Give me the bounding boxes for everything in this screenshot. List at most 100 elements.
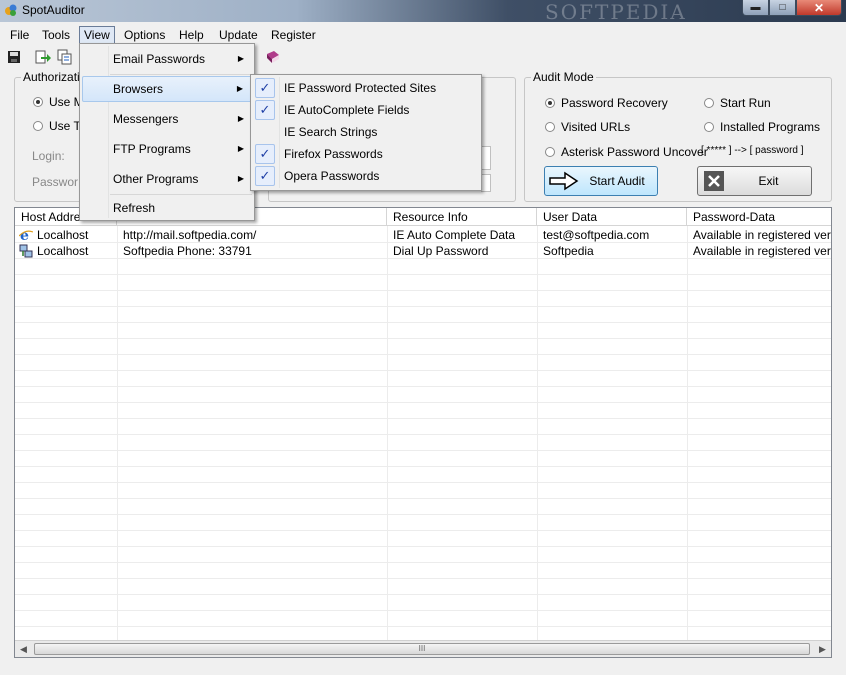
- row-gridline: [15, 290, 831, 291]
- column-divider: [687, 226, 688, 646]
- row-gridline: [15, 546, 831, 547]
- radio-indicator: [545, 147, 555, 157]
- user-data-cell: test@softpedia.com: [543, 228, 650, 242]
- submenu-arrow-icon: ▶: [237, 174, 244, 183]
- menu-separator: [110, 74, 252, 75]
- browsers-opera-passwords[interactable]: ✓ Opera Passwords: [253, 165, 479, 187]
- browsers-submenu: ✓ IE Password Protected Sites ✓ IE AutoCom…: [250, 74, 482, 191]
- submenu-arrow-icon: ▶: [237, 114, 244, 123]
- exit-button[interactable]: Exit: [697, 166, 812, 196]
- menu-file[interactable]: File: [6, 26, 33, 44]
- row-gridline: [15, 418, 831, 419]
- target-input-edge[interactable]: [481, 146, 491, 170]
- table-row[interactable]: Localhost Softpedia Phone: 33791 Dial Up…: [15, 243, 831, 259]
- title-bar[interactable]: SpotAuditor SOFTPEDIA ▬ □ ✕: [0, 0, 846, 24]
- radio-indicator: [33, 121, 43, 131]
- row-gridline: [15, 482, 831, 483]
- submenu-arrow-icon: ▶: [236, 84, 243, 93]
- column-header-user-data[interactable]: User Data: [537, 208, 687, 226]
- resource-cell: Softpedia Phone: 33791: [123, 244, 252, 258]
- export-icon: [35, 50, 51, 64]
- maximize-icon: □: [779, 2, 786, 13]
- row-gridline: [15, 498, 831, 499]
- column-divider: [387, 226, 388, 646]
- menu-options[interactable]: Options: [120, 26, 169, 44]
- checkmark-icon: ✓: [255, 100, 275, 120]
- close-x-icon: [704, 171, 724, 191]
- save-icon: [8, 51, 20, 63]
- target-input-edge[interactable]: [481, 174, 491, 192]
- asterisk-uncover-radio[interactable]: Asterisk Password Uncover: [545, 145, 708, 159]
- row-gridline: [15, 626, 831, 627]
- menu-update[interactable]: Update: [215, 26, 262, 44]
- password-data-cell: Available in registered version: [693, 228, 831, 242]
- submenu-arrow-icon: ▶: [237, 54, 244, 63]
- asterisk-hint: [ ***** ] --> [ password ]: [701, 145, 804, 156]
- menu-tools[interactable]: Tools: [38, 26, 74, 44]
- window-title: SpotAuditor: [22, 3, 85, 17]
- row-gridline: [15, 354, 831, 355]
- host-cell: Localhost: [37, 228, 89, 242]
- menu-help[interactable]: Help: [175, 26, 208, 44]
- password-recovery-radio[interactable]: Password Recovery: [545, 96, 668, 110]
- results-table[interactable]: Host Address Resource Info User Data Pas…: [14, 207, 832, 658]
- browsers-ie-protected-sites[interactable]: ✓ IE Password Protected Sites: [253, 77, 479, 99]
- column-divider: [537, 226, 538, 646]
- radio-indicator: [545, 122, 555, 132]
- checkmark-icon: ✓: [255, 144, 275, 164]
- installed-programs-radio[interactable]: Installed Programs: [704, 120, 820, 134]
- row-gridline: [15, 306, 831, 307]
- row-gridline: [15, 322, 831, 323]
- book-icon: [267, 51, 279, 63]
- menu-register[interactable]: Register: [267, 26, 320, 44]
- browsers-firefox-passwords[interactable]: ✓ Firefox Passwords: [253, 143, 479, 165]
- copy-icon: [57, 49, 72, 65]
- start-run-radio[interactable]: Start Run: [704, 96, 771, 110]
- row-gridline: [15, 514, 831, 515]
- maximize-button[interactable]: □: [769, 0, 796, 16]
- export-button[interactable]: [34, 48, 52, 66]
- row-gridline: [15, 434, 831, 435]
- radio-indicator: [704, 98, 714, 108]
- view-menu-messengers[interactable]: Messengers ▶: [82, 106, 252, 132]
- close-button[interactable]: ✕: [796, 0, 842, 16]
- view-menu-ftp-programs[interactable]: FTP Programs ▶: [82, 136, 252, 162]
- use-t-radio[interactable]: Use T: [33, 119, 81, 133]
- svg-text:e: e: [20, 228, 29, 242]
- password-label: Passwor: [32, 175, 79, 189]
- column-header-password-data[interactable]: Password-Data: [687, 208, 831, 226]
- app-icon: [5, 4, 17, 16]
- scroll-left-icon[interactable]: ◀: [15, 641, 32, 657]
- menu-view[interactable]: View: [79, 26, 115, 44]
- view-menu-email-passwords[interactable]: Email Passwords ▶: [82, 46, 252, 72]
- submenu-arrow-icon: ▶: [237, 144, 244, 153]
- audit-mode-group: Audit Mode Password Recovery Start Run V…: [524, 70, 832, 202]
- copy-button[interactable]: [56, 48, 74, 66]
- row-gridline: [15, 530, 831, 531]
- minimize-button[interactable]: ▬: [742, 0, 769, 16]
- column-divider: [117, 226, 118, 646]
- view-menu-other-programs[interactable]: Other Programs ▶: [82, 166, 252, 192]
- scrollbar-thumb[interactable]: III: [34, 643, 810, 655]
- view-menu-browsers[interactable]: Browsers ▶: [82, 76, 252, 102]
- checkmark-icon: ✓: [255, 166, 275, 186]
- radio-indicator: [704, 122, 714, 132]
- view-menu-refresh[interactable]: Refresh: [82, 195, 252, 221]
- browsers-ie-autocomplete[interactable]: ✓ IE AutoComplete Fields: [253, 99, 479, 121]
- use-m-radio[interactable]: Use M: [33, 95, 84, 109]
- horizontal-scrollbar[interactable]: ◀ III ▶: [15, 640, 831, 657]
- save-button[interactable]: [5, 48, 23, 66]
- minimize-icon: ▬: [750, 2, 761, 13]
- help-book-button[interactable]: [264, 48, 282, 66]
- visited-urls-radio[interactable]: Visited URLs: [545, 120, 630, 134]
- table-row[interactable]: e Localhost http://mail.softpedia.com/ I…: [15, 227, 831, 243]
- resource-info-cell: IE Auto Complete Data: [393, 228, 516, 242]
- column-header-resource-info[interactable]: Resource Info: [387, 208, 537, 226]
- start-audit-button[interactable]: Start Audit: [544, 166, 658, 196]
- scroll-right-icon[interactable]: ▶: [814, 641, 831, 657]
- softpedia-watermark: SOFTPEDIA: [545, 0, 687, 24]
- browsers-ie-search-strings[interactable]: IE Search Strings: [253, 121, 479, 143]
- row-gridline: [15, 578, 831, 579]
- row-gridline: [15, 562, 831, 563]
- row-gridline: [15, 338, 831, 339]
